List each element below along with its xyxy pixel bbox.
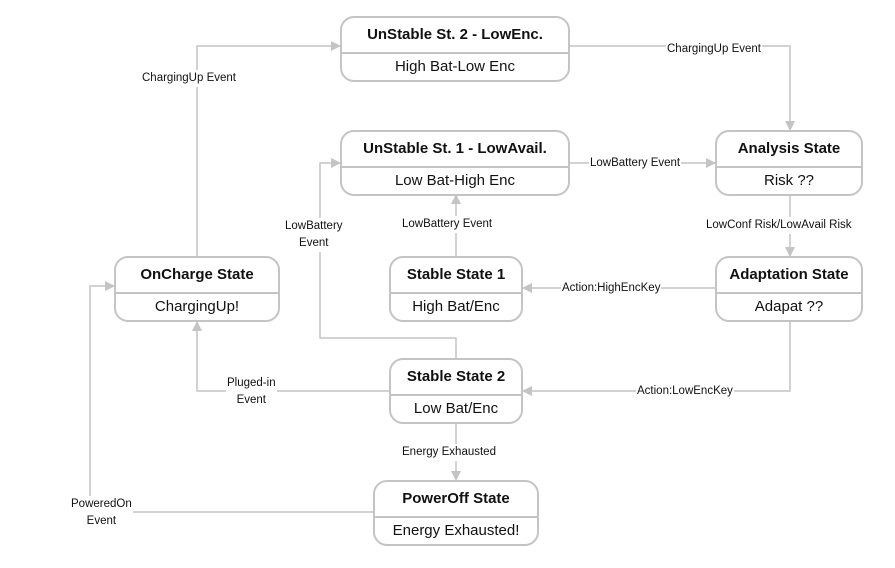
state-body: Energy Exhausted! <box>392 522 520 539</box>
edge-label-chargingup-left: ChargingUp Event <box>141 70 237 87</box>
state-analysis[interactable]: Analysis State Risk ?? <box>715 130 863 196</box>
state-poweroff[interactable]: PowerOff State Energy Exhausted! <box>373 480 539 546</box>
edge-label-lowconf-risk: LowConf Risk/LowAvail Risk <box>705 217 853 234</box>
state-title: PowerOff State <box>375 482 537 518</box>
state-body: Low Bat/Enc <box>413 400 499 417</box>
state-body: Adapat ?? <box>754 298 824 315</box>
edge-label-line: PoweredOn <box>71 498 132 510</box>
edge-label-chargingup-top: ChargingUp Event <box>666 41 762 58</box>
state-title: Adaptation State <box>717 258 861 294</box>
edge-label-lowbattery-right: LowBattery Event <box>589 155 682 172</box>
state-unstable1[interactable]: UnStable St. 1 - LowAvail. Low Bat-High … <box>340 130 570 196</box>
state-diagram: UnStable St. 2 - LowEnc. High Bat-Low En… <box>0 0 895 568</box>
edge-unstable2-to-analysis <box>570 45 795 131</box>
state-body: Risk ?? <box>763 172 815 189</box>
edge-label-energy-exhausted: Energy Exhausted <box>401 444 497 461</box>
edge-label-line: LowBattery <box>285 220 343 232</box>
edge-label-action-low: Action:LowEncKey <box>636 383 734 400</box>
state-body: High Bat/Enc <box>412 298 500 315</box>
state-body: Low Bat-High Enc <box>394 172 516 189</box>
edge-label-line: Event <box>86 515 117 527</box>
state-title: OnCharge State <box>116 258 278 294</box>
edge-label-line: Pluged-in <box>227 377 276 389</box>
state-title: Analysis State <box>717 132 861 168</box>
state-body: High Bat-Low Enc <box>394 58 516 75</box>
state-title: UnStable St. 2 - LowEnc. <box>342 18 568 54</box>
state-stable1[interactable]: Stable State 1 High Bat/Enc <box>389 256 523 322</box>
edge-label-action-high: Action:HighEncKey <box>561 280 662 297</box>
state-title: Stable State 1 <box>391 258 521 294</box>
state-title: Stable State 2 <box>391 360 521 396</box>
edge-label-poweredon: PoweredOn Event <box>70 496 133 530</box>
edge-label-lowbattery-left: LowBattery Event <box>284 218 344 252</box>
state-stable2[interactable]: Stable State 2 Low Bat/Enc <box>389 358 523 424</box>
state-unstable2[interactable]: UnStable St. 2 - LowEnc. High Bat-Low En… <box>340 16 570 82</box>
edge-label-line: Event <box>299 237 329 249</box>
state-body: ChargingUp! <box>154 298 240 315</box>
state-adaptation[interactable]: Adaptation State Adapat ?? <box>715 256 863 322</box>
edge-adaptation-to-stable2 <box>522 320 791 396</box>
edge-label-line: Event <box>236 394 266 406</box>
edge-label-pluged-in: Pluged-in Event <box>226 375 277 409</box>
state-title: UnStable St. 1 - LowAvail. <box>342 132 568 168</box>
state-oncharge[interactable]: OnCharge State ChargingUp! <box>114 256 280 322</box>
edge-label-lowbattery-mid: LowBattery Event <box>401 216 494 233</box>
